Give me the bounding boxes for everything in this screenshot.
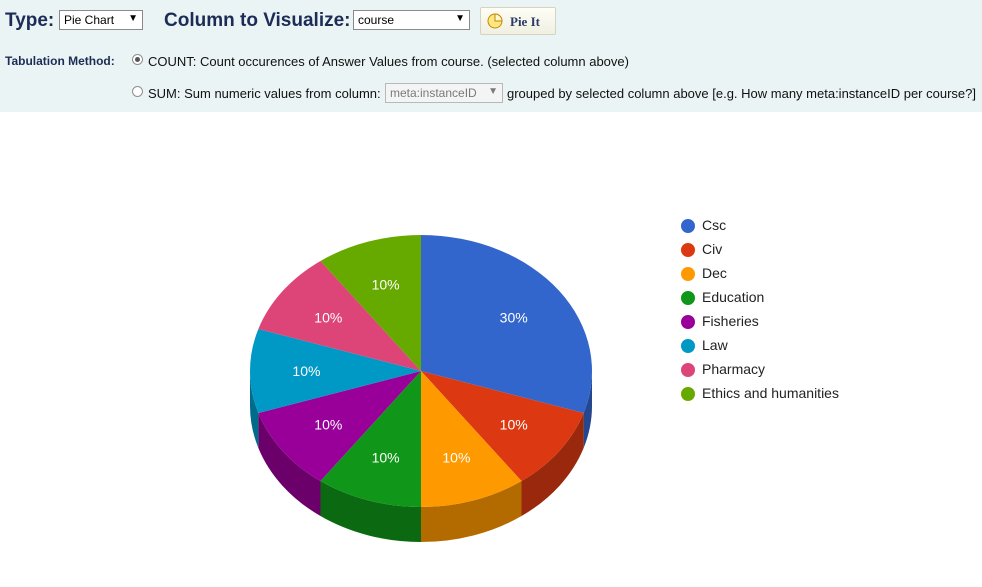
legend-label: Civ xyxy=(702,241,723,257)
pie-slice-label: 30% xyxy=(500,309,528,325)
pie-slice-label: 10% xyxy=(442,450,470,466)
pie-slice-label: 10% xyxy=(314,309,342,325)
pie-slice-label: 10% xyxy=(292,363,320,379)
legend-label: Dec xyxy=(702,265,727,281)
legend-color-swatch xyxy=(681,339,695,353)
legend-color-swatch xyxy=(681,315,695,329)
pie-slice-label: 10% xyxy=(372,450,400,466)
legend-label: Law xyxy=(702,337,728,353)
pie-chart: 30% 10% 10% 10% 10% 10% 10% 10% xyxy=(249,235,592,542)
pie-slice-label: 10% xyxy=(500,417,528,433)
legend-color-swatch xyxy=(681,291,695,305)
legend-color-swatch xyxy=(681,243,695,257)
legend-color-swatch xyxy=(681,363,695,377)
legend-label: Education xyxy=(702,289,765,305)
legend-color-swatch xyxy=(681,267,695,281)
legend-label: Pharmacy xyxy=(702,361,766,377)
pie-slice-label: 10% xyxy=(314,417,342,433)
legend-label: Csc xyxy=(702,217,727,233)
legend-color-swatch xyxy=(681,387,695,401)
legend-color-swatch xyxy=(681,219,695,233)
legend-label: Ethics and humanities xyxy=(702,385,839,401)
pie-slice-label: 10% xyxy=(372,276,400,292)
legend-label: Fisheries xyxy=(702,313,759,329)
